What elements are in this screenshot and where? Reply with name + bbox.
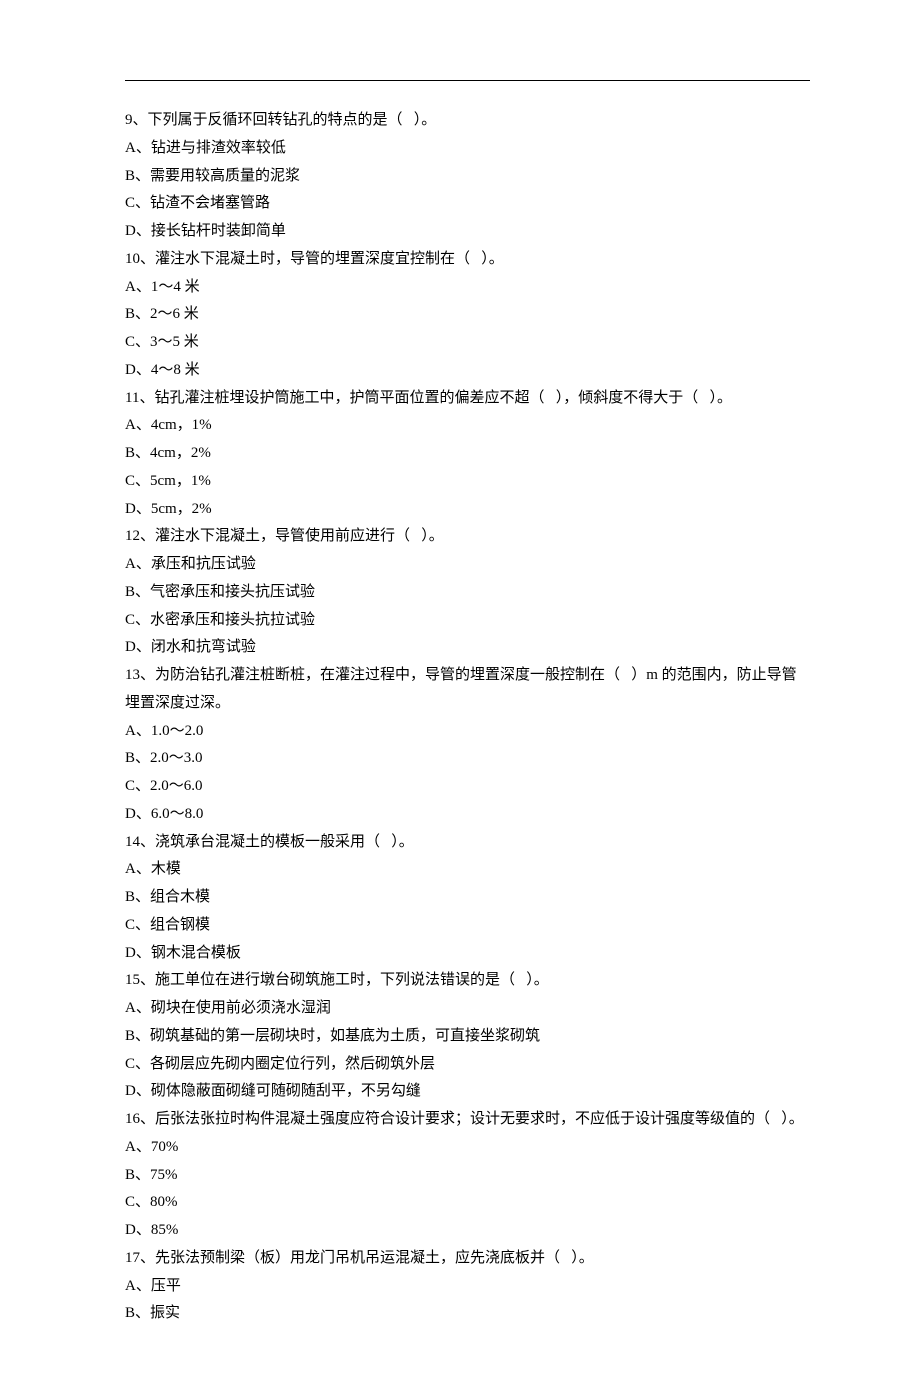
question-option: C、3～5 米 <box>125 329 810 357</box>
question-option: D、闭水和抗弯试验 <box>125 634 810 662</box>
question-text: 钻孔灌注桩埋设护筒施工中，护筒平面位置的偏差应不超（ ），倾斜度不得大于（ ）。 <box>154 390 732 406</box>
question-number: 16 <box>125 1111 140 1127</box>
question-option: B、振实 <box>125 1300 810 1328</box>
question-option: A、4cm，1% <box>125 412 810 440</box>
question-stem: 16、后张法张拉时构件混凝土强度应符合设计要求；设计无要求时，不应低于设计强度等… <box>125 1106 810 1134</box>
question-option: C、5cm，1% <box>125 468 810 496</box>
question-option: A、砌块在使用前必须浇水湿润 <box>125 995 810 1023</box>
document-page: 9、下列属于反循环回转钻孔的特点的是（ ）。 A、钻进与排渣效率较低 B、需要用… <box>0 0 920 1388</box>
question-stem: 13、为防治钻孔灌注桩断桩，在灌注过程中，导管的埋置深度一般控制在（ ）m 的范… <box>125 662 810 718</box>
question-option: B、需要用较高质量的泥浆 <box>125 163 810 191</box>
question-option: A、承压和抗压试验 <box>125 551 810 579</box>
question-text: 为防治钻孔灌注桩断桩，在灌注过程中，导管的埋置深度一般控制在（ ）m 的范围内，… <box>125 667 797 711</box>
question-text: 后张法张拉时构件混凝土强度应符合设计要求；设计无要求时，不应低于设计强度等级值的… <box>155 1111 804 1127</box>
question-stem: 12、灌注水下混凝土，导管使用前应进行（ ）。 <box>125 523 810 551</box>
question-number: 9 <box>125 112 133 128</box>
question-number: 13 <box>125 667 140 683</box>
question-option: B、4cm，2% <box>125 440 810 468</box>
question-option: B、2～6 米 <box>125 301 810 329</box>
question-option: D、5cm，2% <box>125 496 810 524</box>
question-option: C、钻渣不会堵塞管路 <box>125 190 810 218</box>
question-option: C、水密承压和接头抗拉试验 <box>125 607 810 635</box>
question-option: D、钢木混合模板 <box>125 940 810 968</box>
question-option: C、各砌层应先砌内圈定位行列，然后砌筑外层 <box>125 1051 810 1079</box>
question-option: B、组合木模 <box>125 884 810 912</box>
question-option: C、组合钢模 <box>125 912 810 940</box>
question-number: 10 <box>125 251 140 267</box>
question-option: D、4～8 米 <box>125 357 810 385</box>
question-stem: 14、浇筑承台混凝土的模板一般采用（ ）。 <box>125 829 810 857</box>
question-option: A、70% <box>125 1134 810 1162</box>
question-option: A、压平 <box>125 1273 810 1301</box>
question-stem: 9、下列属于反循环回转钻孔的特点的是（ ）。 <box>125 107 810 135</box>
question-option: C、2.0～6.0 <box>125 773 810 801</box>
question-option: B、75% <box>125 1162 810 1190</box>
question-option: A、钻进与排渣效率较低 <box>125 135 810 163</box>
question-option: D、砌体隐蔽面砌缝可随砌随刮平，不另勾缝 <box>125 1078 810 1106</box>
question-stem: 10、灌注水下混凝土时，导管的埋置深度宜控制在（ ）。 <box>125 246 810 274</box>
question-number: 17 <box>125 1250 140 1266</box>
question-number: 15 <box>125 972 140 988</box>
question-option: B、气密承压和接头抗压试验 <box>125 579 810 607</box>
question-text: 浇筑承台混凝土的模板一般采用（ ）。 <box>155 834 414 850</box>
question-option: D、6.0～8.0 <box>125 801 810 829</box>
question-text: 灌注水下混凝土，导管使用前应进行（ ）。 <box>155 528 444 544</box>
question-text: 灌注水下混凝土时，导管的埋置深度宜控制在（ ）。 <box>155 251 504 267</box>
question-option: B、2.0～3.0 <box>125 745 810 773</box>
question-stem: 17、先张法预制梁（板）用龙门吊机吊运混凝土，应先浇底板并（ ）。 <box>125 1245 810 1273</box>
question-stem: 11、钻孔灌注桩埋设护筒施工中，护筒平面位置的偏差应不超（ ），倾斜度不得大于（… <box>125 385 810 413</box>
question-option: A、1～4 米 <box>125 274 810 302</box>
top-rule <box>125 80 810 81</box>
question-text: 下列属于反循环回转钻孔的特点的是（ ）。 <box>148 112 437 128</box>
question-option: A、1.0～2.0 <box>125 718 810 746</box>
question-number: 12 <box>125 528 140 544</box>
question-option: B、砌筑基础的第一层砌块时，如基底为土质，可直接坐浆砌筑 <box>125 1023 810 1051</box>
question-number: 14 <box>125 834 140 850</box>
question-option: A、木模 <box>125 856 810 884</box>
question-stem: 15、施工单位在进行墩台砌筑施工时，下列说法错误的是（ ）。 <box>125 967 810 995</box>
question-text: 施工单位在进行墩台砌筑施工时，下列说法错误的是（ ）。 <box>155 972 549 988</box>
question-option: D、85% <box>125 1217 810 1245</box>
question-text: 先张法预制梁（板）用龙门吊机吊运混凝土，应先浇底板并（ ）。 <box>155 1250 594 1266</box>
question-number: 11 <box>125 390 139 406</box>
question-option: C、80% <box>125 1189 810 1217</box>
question-option: D、接长钻杆时装卸简单 <box>125 218 810 246</box>
